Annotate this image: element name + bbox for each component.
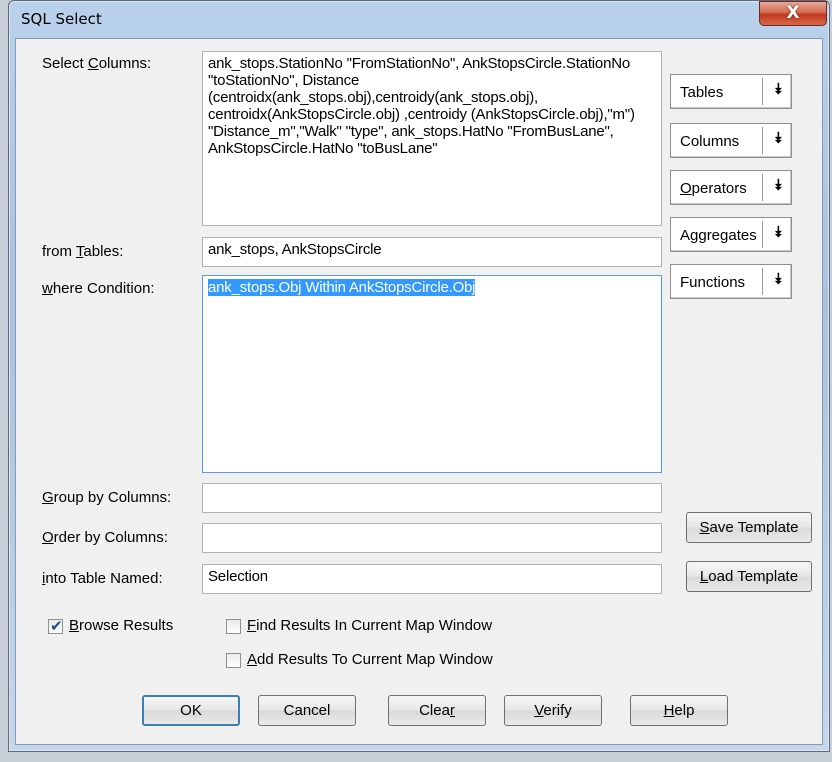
into-table-label: into Table Named: (42, 570, 163, 587)
dropdown-arrow-icon: ⯯ (773, 271, 783, 288)
select-columns-field[interactable]: ank_stops.StationNo "FromStationNo", Ank… (202, 51, 662, 226)
add-results-checkbox[interactable] (226, 653, 241, 668)
dropdown-arrow-icon: ⯯ (773, 130, 783, 147)
browse-results-checkbox[interactable]: ✔ (48, 618, 63, 635)
dropdown-arrow-icon: ⯯ (773, 224, 783, 241)
select-columns-label: Select Columns: (42, 55, 152, 72)
ok-button[interactable]: OK (142, 695, 240, 726)
order-by-label: Order by Columns: (42, 529, 168, 546)
into-table-field[interactable]: Selection (202, 564, 662, 594)
dropdown-arrow-icon: ⯯ (773, 81, 783, 98)
title-bar[interactable]: SQL Select X (9, 1, 829, 38)
where-condition-text: ank_stops.Obj Within AnkStopsCircle.Obj (208, 279, 476, 296)
where-condition-label: where Condition: (42, 280, 155, 297)
cancel-button[interactable]: Cancel (258, 695, 356, 726)
into-table-text: Selection (208, 568, 268, 585)
help-button[interactable]: Help (630, 695, 728, 726)
verify-button[interactable]: Verify (504, 695, 602, 726)
dialog-body: Select Columns: ank_stops.StationNo "Fro… (15, 38, 823, 745)
from-tables-field[interactable]: ank_stops, AnkStopsCircle (202, 237, 662, 267)
select-columns-text: ank_stops.StationNo "FromStationNo", Ank… (208, 55, 639, 157)
functions-dropdown[interactable]: Functions ⯯ (670, 264, 792, 299)
window-title: SQL Select (21, 10, 102, 28)
add-results-label[interactable]: Add Results To Current Map Window (247, 651, 493, 668)
aggregates-dropdown[interactable]: Aggregates ⯯ (670, 217, 792, 252)
where-condition-field[interactable]: ank_stops.Obj Within AnkStopsCircle.Obj (202, 275, 662, 473)
close-button[interactable]: X (759, 1, 827, 26)
find-results-checkbox[interactable] (226, 619, 241, 634)
checkmark-icon: ✔ (50, 618, 63, 635)
clear-button[interactable]: Clear (388, 695, 486, 726)
from-tables-text: ank_stops, AnkStopsCircle (208, 241, 382, 258)
load-template-button[interactable]: Load Template (686, 561, 812, 592)
group-by-label: Group by Columns: (42, 489, 172, 506)
columns-dropdown[interactable]: Columns ⯯ (670, 123, 792, 158)
tables-dropdown[interactable]: Tables ⯯ (670, 74, 792, 109)
group-by-field[interactable] (202, 483, 662, 513)
order-by-field[interactable] (202, 523, 662, 553)
find-results-label[interactable]: Find Results In Current Map Window (247, 617, 492, 634)
from-tables-label: from Tables: (42, 243, 124, 260)
browse-results-label[interactable]: Browse Results (69, 617, 173, 634)
dropdown-arrow-icon: ⯯ (773, 177, 783, 194)
save-template-button[interactable]: Save Template (686, 512, 812, 543)
sql-select-dialog: SQL Select X Select Columns: ank_stops.S… (8, 0, 830, 752)
operators-dropdown[interactable]: Operators ⯯ (670, 170, 792, 205)
